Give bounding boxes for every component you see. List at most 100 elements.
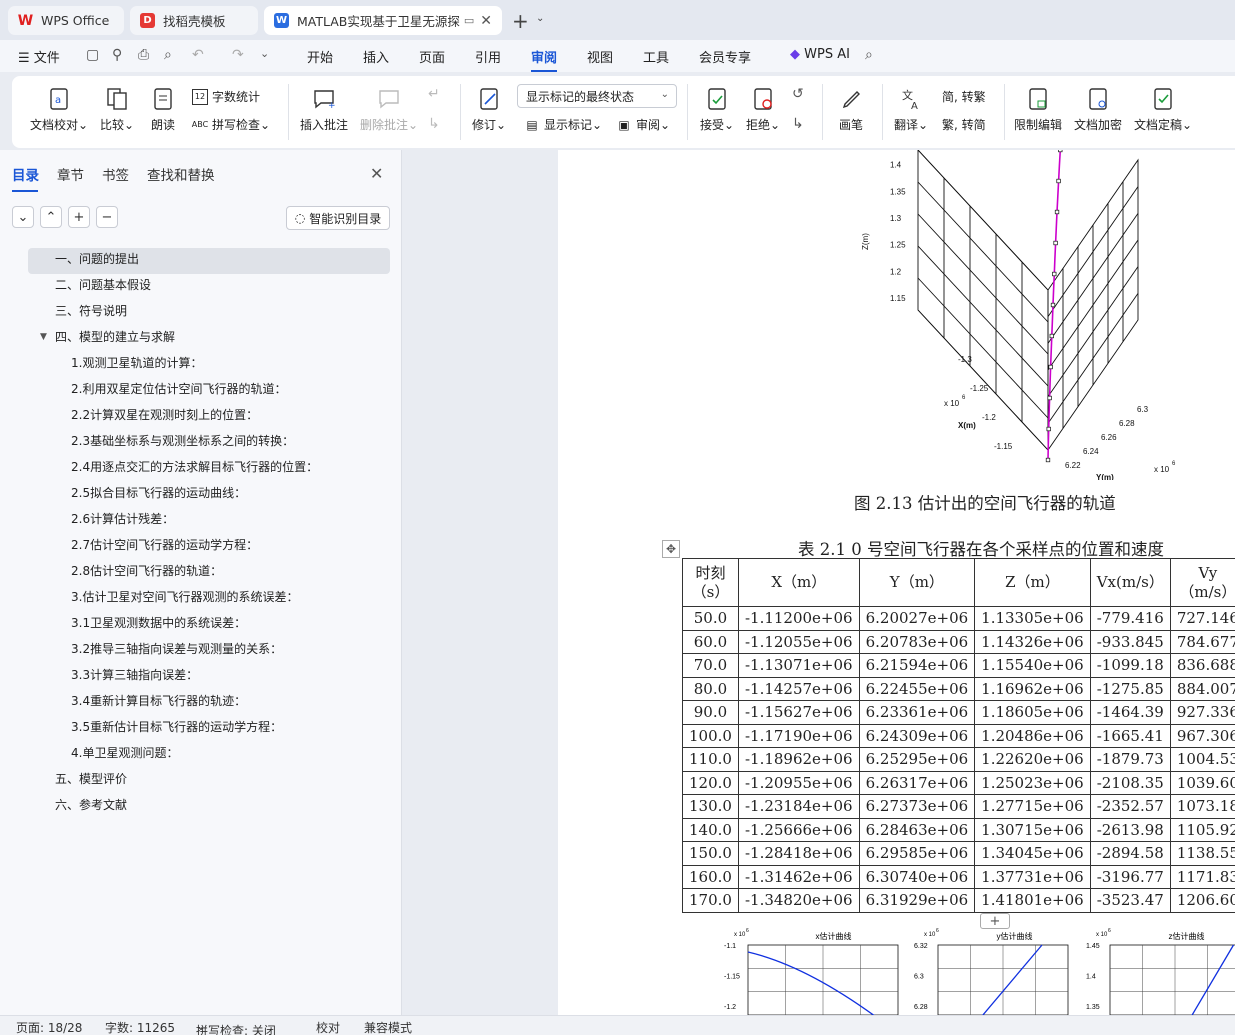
toc-item[interactable]: 2.3基础坐标系与观测坐标系之间的转换： (28, 430, 390, 456)
table-cell[interactable]: -2352.57 (1089, 794, 1171, 819)
tab-wps-office[interactable]: W WPS Office (8, 6, 124, 35)
spell-check-button[interactable]: ABC 拼写检查 ⌄ (192, 116, 270, 133)
toc-item[interactable]: 2.7估计空间飞行器的运动学方程： (28, 534, 390, 560)
link-icon[interactable]: ⚲ (112, 47, 122, 63)
monitor-icon[interactable]: ▭ (464, 14, 474, 27)
next-revision-icon[interactable]: ↳ (792, 116, 804, 132)
redo-icon[interactable]: ↷ (232, 47, 244, 63)
word-count[interactable]: 字数: 11265 (105, 1019, 175, 1035)
table-cell[interactable]: -2613.98 (1089, 817, 1171, 842)
review-pane-button[interactable]: ▣ 审阅 ⌄ (616, 116, 670, 133)
remove-heading-icon[interactable]: − (96, 206, 118, 228)
insert-comment-button[interactable]: + 插入批注 (300, 86, 348, 133)
table-cell[interactable]: 6.21594e+06 (858, 653, 976, 678)
to-traditional-button[interactable]: 简, 转繁 (942, 88, 986, 105)
table-cell[interactable]: 1206.60 (1169, 888, 1235, 913)
table-cell[interactable]: -2894.58 (1089, 841, 1171, 866)
tab-chapters[interactable]: 章节 (57, 164, 84, 192)
menu-reference[interactable]: 引用 (475, 47, 501, 66)
pen-button[interactable]: 画笔 (838, 86, 864, 133)
table-cell[interactable]: 6.20783e+06 (858, 629, 976, 654)
new-tab-icon[interactable]: + (512, 9, 529, 33)
table-cell[interactable]: 80.0 (682, 676, 739, 701)
table-cell[interactable]: -1.34820e+06 (737, 888, 860, 913)
tab-document[interactable]: W MATLAB实现基于卫星无源探 ▭ ✕ (264, 6, 502, 35)
reject-button[interactable]: 拒绝⌄ (746, 86, 780, 133)
toc-item[interactable]: 三、符号说明 (28, 300, 390, 326)
to-simplified-button[interactable]: 繁, 转简 (942, 116, 986, 133)
menu-wps-ai[interactable]: ◆ WPS AI (790, 47, 850, 62)
table-cell[interactable]: 1.18605e+06 (974, 700, 1091, 725)
table-cell[interactable]: 967.306 (1169, 723, 1235, 748)
toc-item[interactable]: 4.单卫星观测问题： (28, 742, 390, 768)
table-cell[interactable]: 130.0 (682, 794, 739, 819)
table-cell[interactable]: 1.37731e+06 (974, 864, 1091, 889)
close-icon[interactable]: ✕ (370, 164, 383, 183)
expand-caret-icon[interactable]: ▼ (40, 326, 47, 348)
table-cell[interactable]: -1.13071e+06 (737, 653, 860, 678)
prev-comment-icon[interactable]: ↵ (428, 86, 440, 102)
table-move-handle[interactable]: ✥ (662, 540, 680, 558)
table-cell[interactable]: 70.0 (682, 653, 739, 678)
page-indicator[interactable]: 页面: 18/28 (16, 1019, 82, 1035)
tab-find-replace[interactable]: 查找和替换 (147, 164, 215, 192)
table-cell[interactable]: 6.29585e+06 (858, 841, 976, 866)
table-cell[interactable]: 1.34045e+06 (974, 841, 1091, 866)
table-cell[interactable]: 784.677 (1169, 629, 1235, 654)
menu-membership[interactable]: 会员专享 (699, 47, 751, 66)
table-cell[interactable]: 1105.92 (1169, 817, 1235, 842)
table-cell[interactable]: -1.17190e+06 (737, 723, 860, 748)
show-markup-button[interactable]: ▤ 显示标记 ⌄ (524, 116, 602, 133)
toc-item[interactable]: 一、问题的提出 (28, 248, 390, 274)
toc-item[interactable]: 3.1卫星观测数据中的系统误差： (28, 612, 390, 638)
table-cell[interactable]: -1665.41 (1089, 723, 1171, 748)
toc-item[interactable]: 1.观测卫星轨道的计算： (28, 352, 390, 378)
menu-tools[interactable]: 工具 (643, 47, 669, 66)
save-icon[interactable]: ▢ (86, 47, 99, 63)
table-cell[interactable]: 1138.55 (1169, 841, 1235, 866)
expand-down-icon[interactable]: ⌄ (12, 206, 34, 228)
toc-item[interactable]: 2.利用双星定位估计空间飞行器的轨道： (28, 378, 390, 404)
collapse-up-icon[interactable]: ⌃ (40, 206, 62, 228)
table-cell[interactable]: 6.24309e+06 (858, 723, 976, 748)
table-cell[interactable]: 6.28463e+06 (858, 817, 976, 842)
table-header-cell[interactable]: Z（m） (974, 558, 1091, 607)
toc-item[interactable]: 3.估计卫星对空间飞行器观测的系统误差： (28, 586, 390, 612)
table-cell[interactable]: 1.20486e+06 (974, 723, 1091, 748)
table-cell[interactable]: 6.23361e+06 (858, 700, 976, 725)
table-cell[interactable]: 6.30740e+06 (858, 864, 976, 889)
table-cell[interactable]: -1.28418e+06 (737, 841, 860, 866)
encrypt-button[interactable]: 文档加密 (1074, 86, 1122, 133)
finalize-button[interactable]: 文档定稿⌄ (1134, 86, 1192, 133)
table-cell[interactable]: -1464.39 (1089, 700, 1171, 725)
table-cell[interactable]: 6.31929e+06 (858, 888, 976, 913)
table-header-cell[interactable]: Vx(m/s） (1089, 558, 1171, 607)
table-cell[interactable]: 1.13305e+06 (974, 606, 1091, 631)
print-icon[interactable]: ⎙ (138, 47, 149, 63)
toc-item[interactable]: 2.2计算双星在观测时刻上的位置： (28, 404, 390, 430)
table-cell[interactable]: -1879.73 (1089, 747, 1171, 772)
table-header-cell[interactable]: Vy （m/s） (1169, 558, 1235, 607)
table-cell[interactable]: 1004.53 (1169, 747, 1235, 772)
tab-template[interactable]: D 找稻壳模板 (130, 6, 258, 35)
table-cell[interactable]: -779.416 (1089, 606, 1171, 631)
table-cell[interactable]: -3523.47 (1089, 888, 1171, 913)
table-cell[interactable]: 1039.60 (1169, 770, 1235, 795)
toc-item[interactable]: 2.8估计空间飞行器的轨道： (28, 560, 390, 586)
table-cell[interactable]: -1275.85 (1089, 676, 1171, 701)
next-comment-icon[interactable]: ↳ (428, 116, 440, 132)
table-cell[interactable]: 1.30715e+06 (974, 817, 1091, 842)
table-cell[interactable]: 60.0 (682, 629, 739, 654)
table-cell[interactable]: 1.16962e+06 (974, 676, 1091, 701)
chevron-down-icon[interactable]: ⌄ (536, 13, 544, 24)
menu-page[interactable]: 页面 (419, 47, 445, 66)
table-cell[interactable]: -1.15627e+06 (737, 700, 860, 725)
table-cell[interactable]: 1.22620e+06 (974, 747, 1091, 772)
table-cell[interactable]: -933.845 (1089, 629, 1171, 654)
table-cell[interactable]: 6.20027e+06 (858, 606, 976, 631)
toc-item[interactable]: 2.6计算估计残差： (28, 508, 390, 534)
chevron-down-icon[interactable]: ⌄ (260, 47, 269, 60)
toc-item[interactable]: 3.5重新估计目标飞行器的运动学方程： (28, 716, 390, 742)
table-cell[interactable]: -1.25666e+06 (737, 817, 860, 842)
table-cell[interactable]: 100.0 (682, 723, 739, 748)
